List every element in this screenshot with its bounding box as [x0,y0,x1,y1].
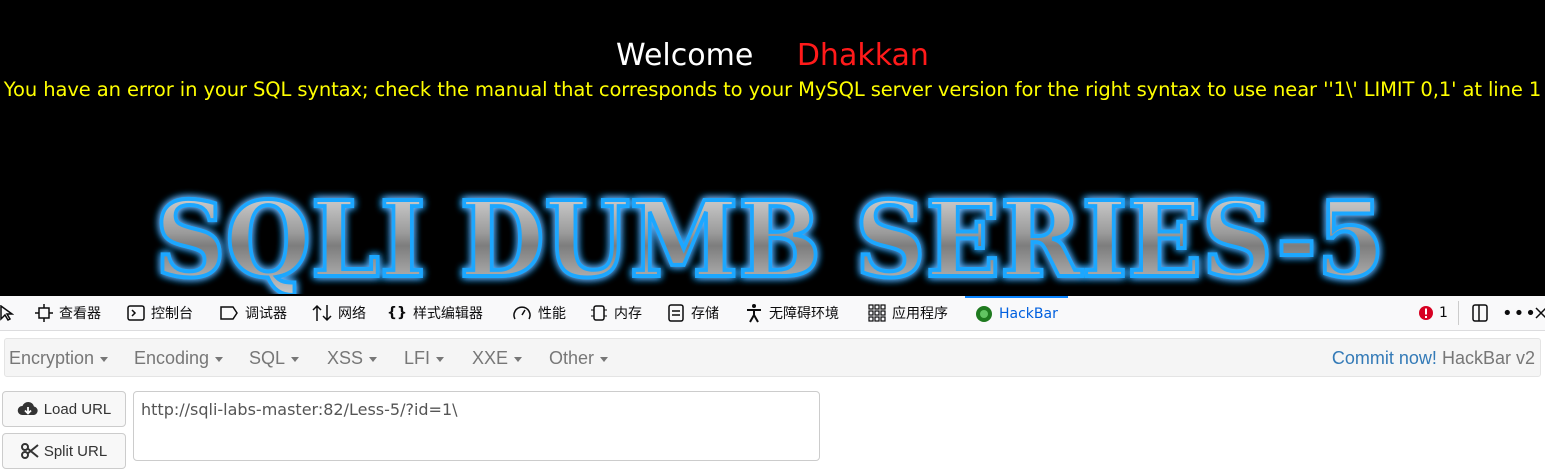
responsive-icon [1472,304,1488,322]
caret-down-icon [291,357,300,362]
tab-debugger-label: 调试器 [245,306,287,322]
welcome-name: Dhakkan [796,38,929,73]
url-value: http://sqli-labs-master:82/Less-5/?id=1\ [141,400,458,419]
menu-encoding[interactable]: Encoding [134,348,224,369]
tab-style-editor-label: 样式编辑器 [412,306,483,322]
sql-error-message: You have an error in your SQL syntax; ch… [3,78,1542,101]
tab-accessibility-label: 无障碍环境 [769,306,839,322]
debugger-icon [220,306,238,320]
tab-debugger[interactable]: 调试器 [219,296,287,330]
caret-down-icon [600,357,609,362]
tab-memory-label: 内存 [614,306,642,322]
menu-sql-label: SQL [249,348,286,368]
cloud-download-icon [17,401,38,415]
tab-storage[interactable]: 存储 [667,296,719,330]
tab-accessibility[interactable]: 无障碍环境 [745,296,839,330]
menu-encoding-label: Encoding [134,348,210,368]
menu-xxe-label: XXE [472,348,509,368]
tab-console-label: 控制台 [151,306,193,322]
split-url-label: Split URL [43,442,108,460]
gauge-icon [513,306,531,320]
toolbar-divider [1458,301,1459,325]
tab-performance[interactable]: 性能 [512,296,566,330]
hackbar-logo-icon [976,306,992,322]
cursor-icon [0,305,14,321]
tab-network-label: 网络 [338,306,366,322]
tab-console[interactable]: 控制台 [127,296,193,330]
url-textarea[interactable]: http://sqli-labs-master:82/Less-5/?id=1\ [133,391,820,461]
menu-lfi-label: LFI [404,348,431,368]
menu-xss-label: XSS [327,348,364,368]
load-url-button[interactable]: Load URL [2,391,126,427]
close-devtools-button[interactable] [1535,296,1545,330]
console-icon [127,305,145,321]
tab-memory[interactable]: 内存 [590,296,642,330]
inspector-icon [35,304,53,322]
web-page: Welcome Dhakkan You have an error in you… [0,0,1545,296]
menu-other-label: Other [549,348,595,368]
tab-inspector-label: 查看器 [59,306,101,322]
caret-down-icon [215,357,224,362]
pick-element-button[interactable] [0,296,14,330]
menu-xxe[interactable]: XXE [472,348,523,369]
tab-style-editor[interactable]: {} 样式编辑器 [387,296,483,330]
devtools-toolbar: 查看器 控制台 调试器 网络 {} 样式编辑器 性能 内存 存储 无障碍环境 应… [0,296,1545,331]
accessibility-icon [747,304,761,323]
caret-down-icon [100,357,109,362]
menu-lfi[interactable]: LFI [404,348,445,369]
hackbar-menu-bar: Encryption Encoding SQL XSS LFI XXE Othe… [4,338,1541,377]
tab-application-label: 应用程序 [892,306,948,322]
error-count-badge[interactable]: 1 [1418,296,1448,330]
error-icon [1419,306,1433,320]
caret-down-icon [436,357,445,362]
more-options-button[interactable]: ••• [1502,296,1537,330]
tab-inspector[interactable]: 查看器 [35,296,101,330]
tab-application[interactable]: 应用程序 [868,296,948,330]
tab-hackbar-label: HackBar [999,306,1058,322]
menu-sql[interactable]: SQL [249,348,300,369]
tab-network[interactable]: 网络 [312,296,366,330]
commit-now-link[interactable]: Commit now! [1332,348,1437,368]
sqli-banner-image: SQLI DUMB SERIES-5 [153,184,1387,294]
welcome-line: Welcome Dhakkan [0,38,1545,73]
responsive-mode-button[interactable] [1471,296,1489,330]
memory-chip-icon [591,305,607,321]
braces-icon: {} [387,305,407,321]
split-url-button[interactable]: Split URL [2,433,126,469]
network-icon [312,304,332,322]
tab-hackbar[interactable]: HackBar [965,296,1068,330]
menu-xss[interactable]: XSS [327,348,378,369]
caret-down-icon [369,357,378,362]
grid-icon [868,304,886,322]
close-icon [1535,307,1545,319]
banner-text: SQLI DUMB SERIES-5 [155,184,1385,294]
load-url-label: Load URL [43,400,112,418]
error-count: 1 [1439,305,1448,321]
menu-encryption-label: Encryption [9,348,95,368]
menu-encryption[interactable]: Encryption [9,348,109,369]
tab-performance-label: 性能 [538,306,566,322]
caret-down-icon [514,357,523,362]
welcome-text: Welcome [616,38,754,73]
tab-storage-label: 存储 [691,306,719,322]
hackbar-title: HackBar v2 [1441,348,1535,368]
ellipsis-icon: ••• [1502,302,1537,324]
scissors-icon [20,443,39,459]
storage-icon [668,304,684,322]
menu-other[interactable]: Other [549,348,609,369]
hackbar-branding: Commit now! HackBar v2 [1332,348,1535,369]
